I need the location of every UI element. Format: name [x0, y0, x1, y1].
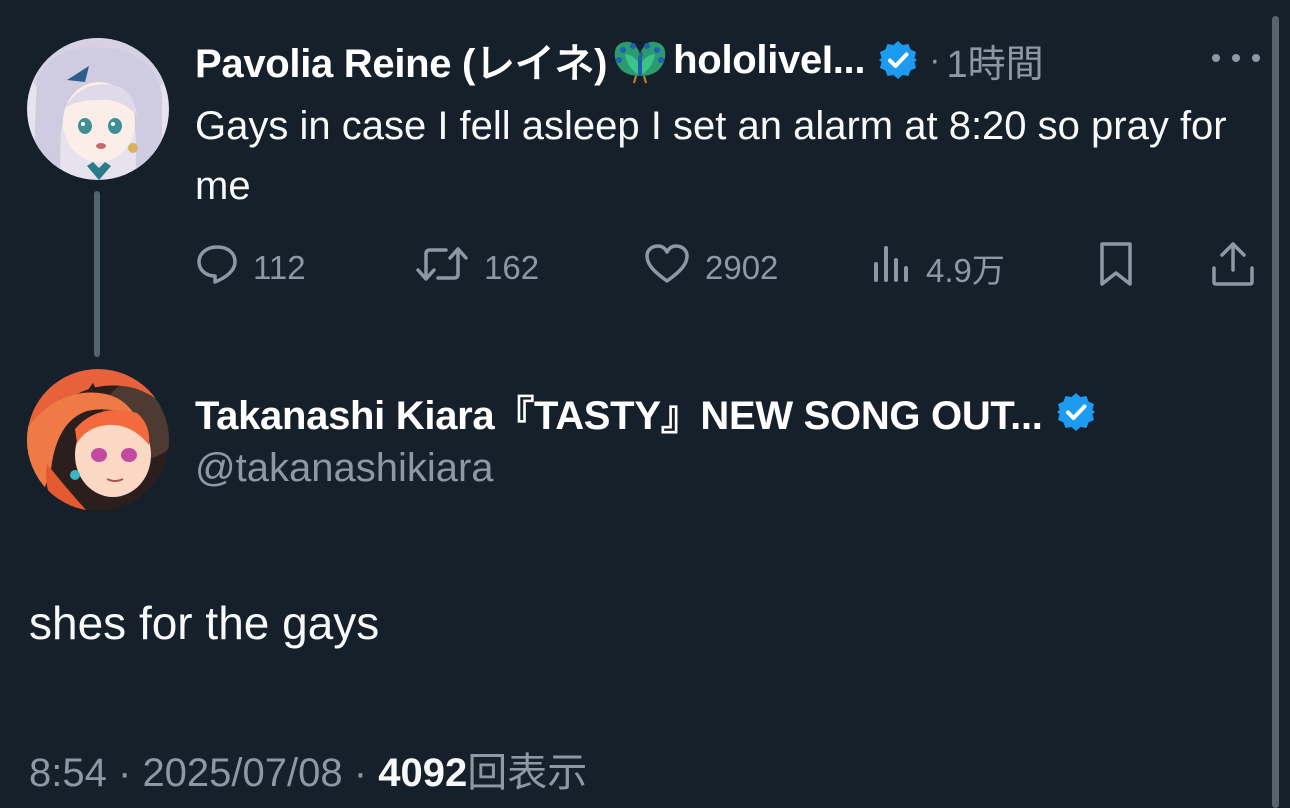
avatar-reine-image — [27, 38, 169, 180]
retweet-count: 162 — [484, 249, 540, 286]
more-icon-dot — [1252, 54, 1260, 62]
bookmark-icon — [1096, 240, 1136, 296]
meta-separator: · — [117, 751, 132, 795]
avatar-pavolia-reine[interactable] — [27, 38, 169, 180]
more-options-button[interactable] — [1212, 46, 1260, 70]
thread-connector-line — [94, 191, 100, 357]
reply-tweet-header: Takanashi Kiara『TASTY』NEW SONG OUT... — [195, 388, 1097, 438]
more-icon-dot — [1212, 54, 1220, 62]
tweet-timestamp[interactable]: 8:54 — [29, 751, 107, 795]
author-name[interactable]: Pavolia Reine (レイネ) — [195, 31, 607, 89]
views-button[interactable]: 4.9万 — [872, 240, 1005, 296]
header-separator: · — [929, 40, 941, 79]
tweet-detail-screen: Pavolia Reine (レイネ) hololiveI... · 1時間 G… — [0, 0, 1290, 808]
meta-separator: · — [353, 751, 368, 795]
original-tweet-text: Gays in case I fell asleep I set an alar… — [195, 104, 1227, 208]
share-icon — [1210, 240, 1256, 296]
reply-icon — [195, 242, 239, 294]
reply-count: 112 — [253, 249, 306, 286]
reply-button[interactable]: 112 — [195, 240, 306, 296]
avatar-kiara-image — [27, 369, 169, 511]
verified-icon — [1055, 391, 1097, 433]
views-count: 4092 — [378, 751, 468, 795]
retweet-button[interactable]: 162 — [414, 240, 539, 296]
share-button[interactable] — [1210, 240, 1256, 296]
like-button[interactable]: 2902 — [643, 240, 778, 296]
avatar-takanashi-kiara[interactable] — [27, 369, 169, 511]
reply-tweet-meta: 8:54 · 2025/07/08 · 4092回表示 — [29, 740, 587, 798]
view-count: 4.9万 — [926, 252, 1005, 289]
verified-icon — [877, 39, 919, 81]
bookmark-button[interactable] — [1096, 240, 1136, 296]
reply-author-handle[interactable]: @takanashikiara — [195, 446, 494, 491]
peacock-icon — [609, 36, 671, 84]
views-label: 回表示 — [467, 751, 588, 795]
original-tweet-header: Pavolia Reine (レイネ) hololiveI... · 1時間 — [195, 36, 1044, 87]
like-count: 2902 — [705, 249, 779, 286]
author-name-suffix[interactable]: hololiveI... — [673, 38, 865, 83]
views-icon — [872, 242, 912, 294]
tweet-time-ago[interactable]: 1時間 — [947, 33, 1044, 88]
retweet-icon — [414, 242, 470, 294]
reply-author-name[interactable]: Takanashi Kiara『TASTY』NEW SONG OUT... — [195, 383, 1043, 441]
more-icon-dot — [1232, 54, 1240, 62]
scrollbar[interactable] — [1272, 16, 1279, 808]
reply-tweet-text: shes for the gays — [29, 597, 380, 649]
like-icon — [643, 242, 691, 294]
tweet-date[interactable]: 2025/07/08 — [142, 751, 342, 795]
